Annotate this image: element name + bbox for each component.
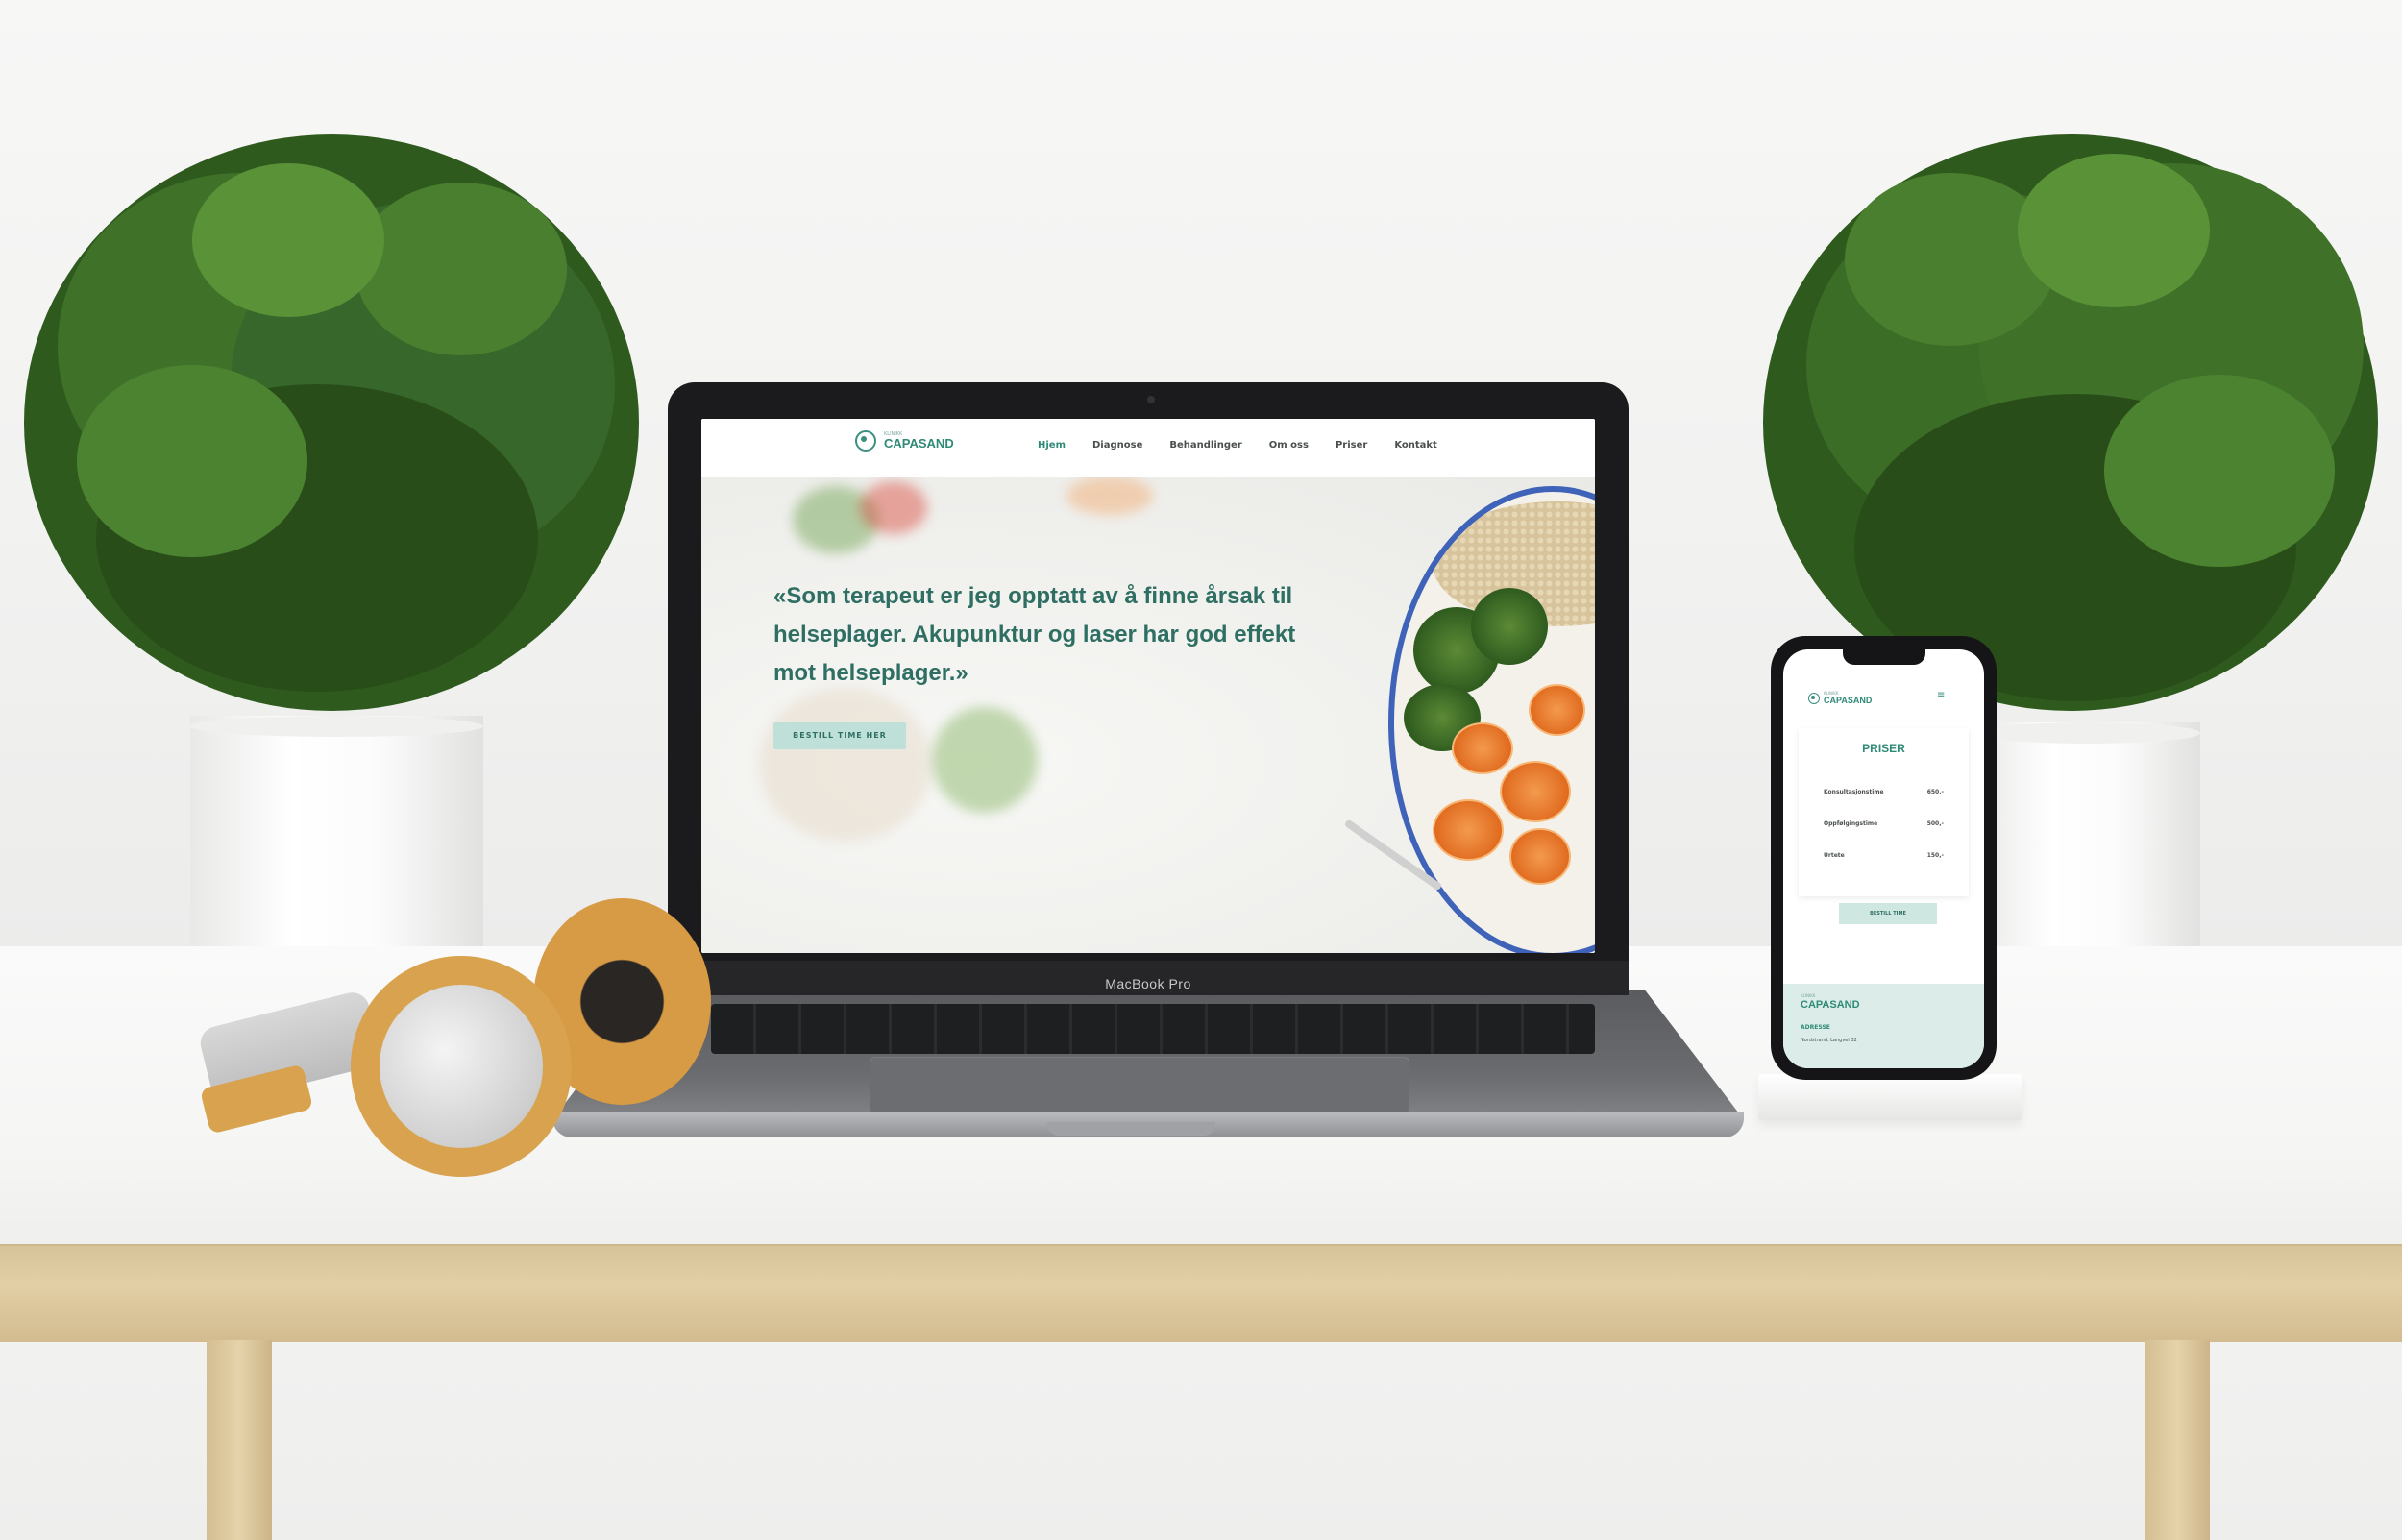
price-row: Konsultasjonstime 650,-	[1824, 789, 1944, 795]
price-label: Konsultasjonstime	[1824, 789, 1884, 795]
price-value: 500,-	[1926, 820, 1944, 827]
site-logo[interactable]: KLINIKK CAPASAND	[855, 430, 954, 452]
clinic-logo-icon	[1808, 693, 1820, 704]
blurred-bowl	[759, 688, 932, 842]
plate-carrot	[1433, 799, 1504, 861]
food-plate	[1388, 486, 1595, 953]
nav-item-hjem[interactable]: Hjem	[1038, 440, 1066, 451]
clinic-logo-icon	[855, 430, 876, 452]
price-row: Oppfølgingstime 500,-	[1824, 820, 1944, 827]
logo-name: CAPASAND	[884, 436, 954, 451]
blurred-carrot	[1066, 477, 1153, 515]
phone-logo-name: CAPASAND	[1824, 696, 1873, 705]
phone-stand	[1758, 1074, 2022, 1120]
desk-leg-left	[207, 1340, 272, 1540]
nav-item-kontakt[interactable]: Kontakt	[1394, 440, 1437, 451]
nav-item-diagnose[interactable]: Diagnose	[1092, 440, 1142, 451]
plate-broccoli	[1471, 588, 1548, 665]
phone-screen: KLINIKK CAPASAND ≡ PRISER Konsultasjonst…	[1783, 649, 1984, 1068]
footer-logo-subtitle: KLINIKK	[1801, 993, 1816, 998]
laptop-touchpad	[870, 1057, 1409, 1114]
nav-item-om-oss[interactable]: Om oss	[1269, 440, 1309, 451]
plate-carrot	[1529, 684, 1585, 736]
price-label: Oppfølgingstime	[1824, 820, 1878, 827]
price-value: 150,-	[1926, 852, 1944, 859]
phone-site-logo[interactable]: KLINIKK CAPASAND	[1808, 692, 1872, 705]
laptop-keyboard	[711, 1004, 1595, 1054]
price-row: Urtete 150,-	[1824, 852, 1944, 859]
prices-title: PRISER	[1862, 742, 1905, 755]
hamburger-icon[interactable]: ≡	[1937, 690, 1945, 700]
footer-address-label: ADRESSE	[1801, 1024, 1830, 1031]
footer-address-text: Nordstrand, Langvei 32	[1801, 1038, 1857, 1043]
book-appointment-button[interactable]: BESTILL TIME HER	[773, 722, 906, 749]
hero-quote: «Som terapeut er jeg opptatt av å finne …	[773, 583, 1296, 686]
site-header: KLINIKK CAPASAND Hjem Diagnose Behandlin…	[701, 419, 1595, 477]
laptop-camera	[1147, 396, 1155, 403]
nav-item-behandlinger[interactable]: Behandlinger	[1169, 440, 1241, 451]
laptop-notch	[1047, 1122, 1215, 1136]
plate-carrot	[1500, 761, 1571, 822]
plate-carrot	[1509, 828, 1571, 885]
price-label: Urtete	[1824, 852, 1845, 859]
left-plant-foliage	[24, 134, 639, 711]
desk-apron	[0, 1244, 2402, 1342]
laptop-screen: «Som terapeut er jeg opptatt av å finne …	[701, 419, 1595, 953]
price-value: 650,-	[1926, 789, 1944, 795]
laptop-brand-label: MacBook Pro	[1105, 976, 1191, 991]
nav-item-priser[interactable]: Priser	[1336, 440, 1367, 451]
phone-notch	[1843, 649, 1925, 665]
phone-book-button[interactable]: BESTILL TIME	[1839, 903, 1937, 924]
main-nav: Hjem Diagnose Behandlinger Om oss Priser…	[1038, 440, 1437, 451]
hero-section: «Som terapeut er jeg opptatt av å finne …	[701, 477, 1595, 953]
headphones-cup-plate	[380, 985, 543, 1148]
plate-carrot	[1452, 722, 1513, 774]
blurred-herbs	[932, 707, 1038, 813]
desk-leg-right	[2145, 1340, 2210, 1540]
footer-logo-name: CAPASAND	[1801, 999, 1860, 1011]
blurred-tomato	[860, 481, 927, 534]
